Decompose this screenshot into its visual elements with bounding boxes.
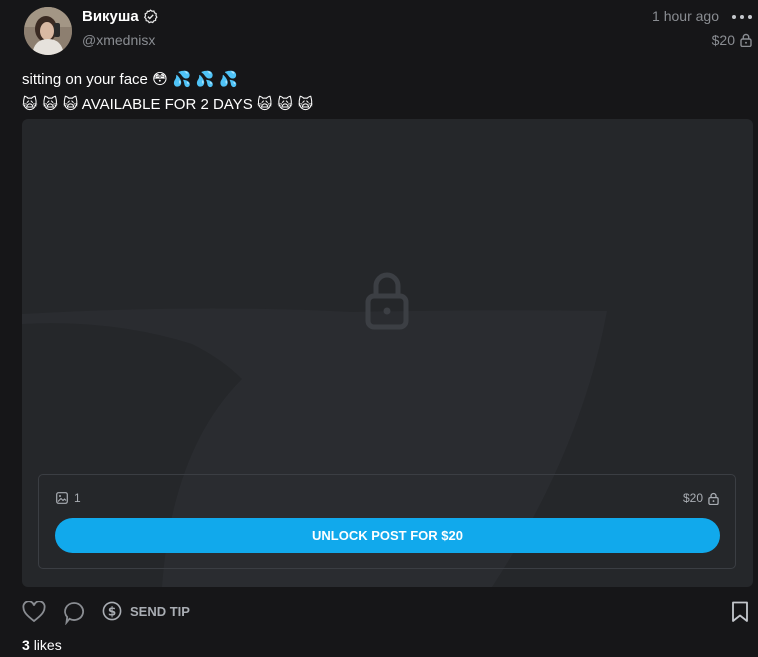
author-name-row[interactable]: Викуша (82, 8, 158, 25)
verified-icon (143, 9, 158, 24)
media-count-value: 1 (74, 491, 81, 505)
dollar-icon: $ (102, 601, 122, 621)
locked-media[interactable]: 1 $20 UNLOCK POST FOR $20 (22, 119, 753, 587)
post-text-emojis-2a: 🙀 🙀 🙀 (22, 95, 79, 113)
lock-icon (740, 33, 752, 47)
post-actions: $ SEND TIP (22, 599, 753, 627)
author-name[interactable]: Викуша (82, 8, 139, 25)
svg-text:$: $ (108, 604, 116, 618)
post-text-line-1: sitting on your face 😳 💦 💦 💦 (22, 70, 239, 88)
image-icon (56, 492, 68, 504)
post-price-value: $20 (711, 32, 735, 48)
unlock-post-button[interactable]: UNLOCK POST FOR $20 (55, 518, 720, 553)
avatar-image (24, 7, 72, 55)
media-count: 1 (56, 491, 81, 505)
media-price: $20 (683, 491, 719, 505)
bookmark-icon[interactable] (731, 601, 749, 623)
more-options-button[interactable] (732, 8, 752, 26)
post-text-emojis-1: 😳 💦 💦 💦 (152, 70, 239, 88)
lock-icon (708, 492, 719, 505)
unlock-panel: 1 $20 UNLOCK POST FOR $20 (38, 474, 736, 569)
post-text: sitting on your face 😳 💦 💦 💦 🙀 🙀 🙀 AVAIL… (22, 67, 313, 117)
media-price-value: $20 (682, 491, 703, 505)
likes-count[interactable]: 3 likes (22, 637, 62, 653)
author-avatar[interactable] (24, 7, 72, 55)
send-tip-label: SEND TIP (130, 603, 190, 619)
more-icon (732, 15, 736, 19)
post-timestamp[interactable]: 1 hour ago (652, 8, 719, 24)
send-tip-button[interactable]: $ SEND TIP (102, 601, 190, 621)
author-handle[interactable]: @xmednisx (82, 32, 155, 48)
post-text-line-2: 🙀 🙀 🙀 AVAILABLE FOR 2 DAYS 🙀 🙀 🙀 (22, 95, 314, 113)
comment-icon[interactable] (63, 601, 85, 625)
heart-icon[interactable] (22, 601, 46, 623)
likes-label: likes (33, 637, 62, 653)
likes-number: 3 (22, 637, 30, 653)
post-text-emojis-2b: 🙀 🙀 🙀 (256, 95, 314, 113)
media-lock-icon (365, 272, 409, 330)
post-price: $20 (712, 32, 752, 48)
